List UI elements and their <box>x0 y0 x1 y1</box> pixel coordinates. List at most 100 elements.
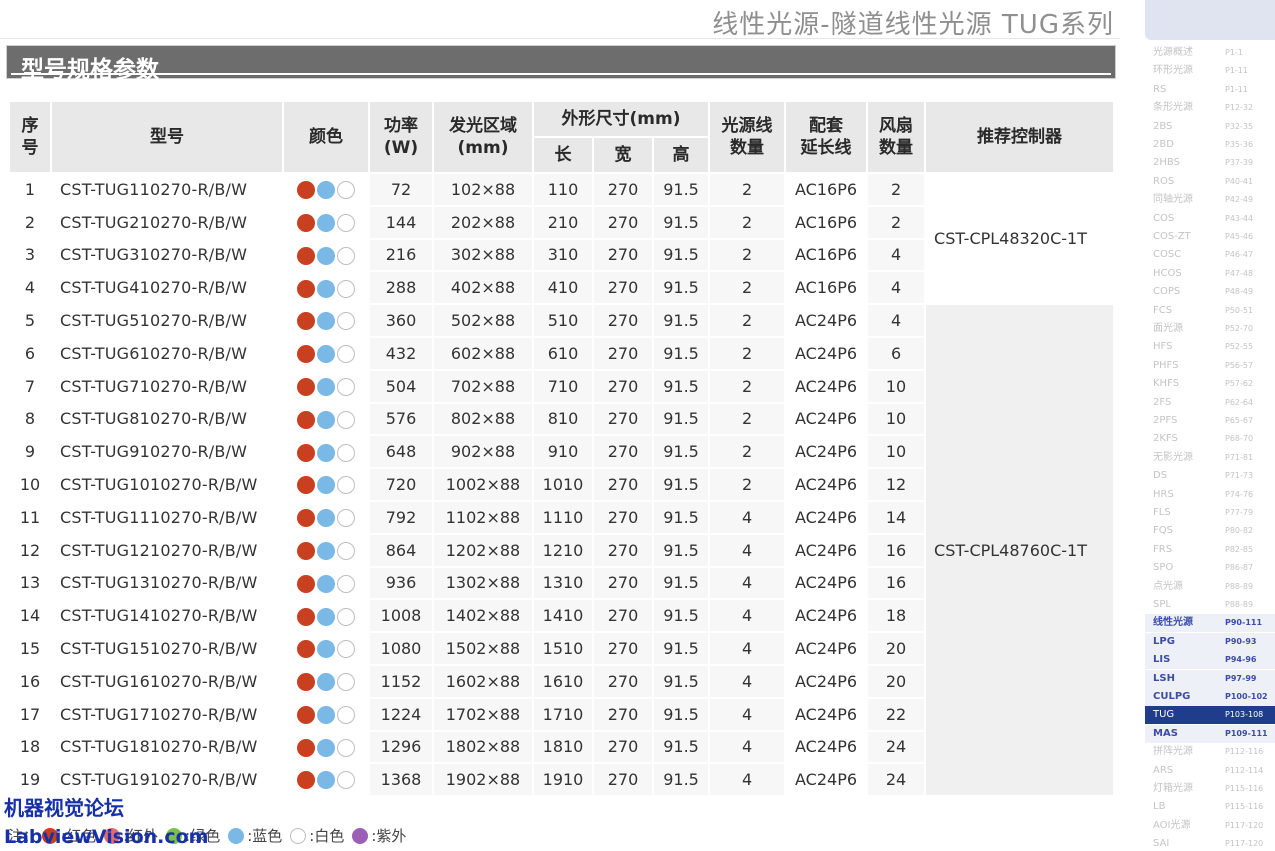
header-color: 颜色 <box>282 100 370 174</box>
row-cable-count: 2 <box>708 172 787 207</box>
row-colors <box>282 368 370 404</box>
table-row: 1 CST-TUG110270-R/B/W 72 102×88 110 270 91.5 2 A… <box>8 171 1116 306</box>
sidebar-item[interactable]: SPL P88-89 <box>1145 596 1275 614</box>
sidebar-item[interactable]: HFS P52-55 <box>1145 338 1275 356</box>
row-length: 810 <box>532 401 594 437</box>
row-extension: AC24P6 <box>784 532 869 568</box>
sidebar-item[interactable]: 2BD P35-36 <box>1145 136 1275 154</box>
header-width: 宽 <box>592 136 654 174</box>
row-index: 17 <box>8 696 52 732</box>
sidebar-item[interactable]: SPO P86-87 <box>1145 559 1275 577</box>
sidebar-item[interactable]: 条形光源 P12-32 <box>1145 99 1275 117</box>
sidebar-item-pages: P115-116 <box>1225 784 1264 793</box>
row-height: 91.5 <box>651 696 711 732</box>
sidebar-item-label: HCOS <box>1153 267 1182 279</box>
row-colors <box>282 401 370 437</box>
row-height: 91.5 <box>651 598 711 634</box>
sidebar-item[interactable]: 2PFS P65-67 <box>1145 412 1275 430</box>
blue-dot-icon <box>317 771 335 790</box>
row-emit-area: 702×88 <box>432 368 534 404</box>
sidebar-item[interactable]: 2HBS P37-39 <box>1145 154 1275 172</box>
sidebar-item[interactable]: 线性光源 P90-111 <box>1145 614 1275 633</box>
sidebar-item[interactable]: 环形光源 P1-11 <box>1145 62 1275 80</box>
legend-dot-icon <box>290 827 307 844</box>
red-dot-icon <box>297 246 315 265</box>
sidebar-item[interactable]: 灯箱光源 P115-116 <box>1145 780 1275 798</box>
sidebar-item[interactable]: COS P43-44 <box>1145 210 1275 228</box>
row-power: 1296 <box>368 729 434 765</box>
row-model: CST-TUG1910270-R/B/W <box>50 762 284 798</box>
sidebar-item[interactable]: COSC P46-47 <box>1145 246 1275 264</box>
row-emit-area: 1402×88 <box>432 598 534 634</box>
row-power: 72 <box>368 172 434 207</box>
row-colors <box>282 598 370 634</box>
sidebar-item[interactable]: LSH P97-99 <box>1145 669 1275 688</box>
sidebar-item[interactable]: 面光源 P52-70 <box>1145 320 1275 338</box>
red-dot-icon <box>297 574 315 593</box>
sidebar-item[interactable]: LPG P90-93 <box>1145 632 1275 651</box>
sidebar-item-pages: P65-67 <box>1225 416 1254 425</box>
sidebar-item[interactable]: KHFS P57-62 <box>1145 375 1275 393</box>
sidebar-item[interactable]: DS P71-73 <box>1145 467 1275 485</box>
row-cable-count: 4 <box>708 598 787 634</box>
sidebar-item-label: 2KFS <box>1153 433 1178 445</box>
sidebar-item[interactable]: 同轴光源 P42-49 <box>1145 191 1275 209</box>
legend-item: :蓝色 <box>228 825 282 846</box>
spec-table: 序号 型号 颜色 功率 (W) 发光区域 (mm) 外形尺寸(mm) 光源线 数… <box>8 100 1116 798</box>
sidebar-item-pages: P12-32 <box>1225 103 1254 113</box>
row-height: 91.5 <box>651 565 711 601</box>
blue-dot-icon <box>317 673 335 692</box>
row-emit-area: 802×88 <box>432 401 534 437</box>
row-model: CST-TUG910270-R/B/W <box>50 434 284 470</box>
sidebar-item[interactable]: LIS P94-96 <box>1145 651 1275 670</box>
sidebar-item[interactable]: 2BS P32-35 <box>1145 118 1275 136</box>
sidebar-item-label: 2FS <box>1153 396 1172 408</box>
sidebar-item[interactable]: 无影光源 P71-81 <box>1145 449 1275 467</box>
sidebar-item[interactable]: CULPG P100-102 <box>1145 688 1275 706</box>
sidebar-item-pages: P112-114 <box>1225 765 1264 775</box>
row-power: 1080 <box>368 631 434 666</box>
sidebar-item[interactable]: ARS P112-114 <box>1145 762 1275 780</box>
sidebar-item-pages: P115-116 <box>1225 802 1264 812</box>
row-width: 270 <box>592 172 654 207</box>
sidebar-item[interactable]: LB P115-116 <box>1145 798 1275 816</box>
sidebar-item[interactable]: RS P1-11 <box>1145 81 1275 99</box>
sidebar-item[interactable]: SAI P117-120 <box>1145 835 1275 851</box>
row-cable-count: 2 <box>708 368 787 404</box>
section-underline <box>11 73 1111 75</box>
sidebar-item[interactable]: 2FS P62-64 <box>1145 394 1275 412</box>
sidebar-item[interactable]: FRS P82-85 <box>1145 541 1275 559</box>
blue-dot-icon <box>317 541 335 560</box>
sidebar-item[interactable]: 2KFS P68-70 <box>1145 430 1275 448</box>
sidebar-item[interactable]: MAS P109-111 <box>1145 724 1275 743</box>
row-width: 270 <box>592 631 654 666</box>
sidebar-item[interactable]: 点光源 P88-89 <box>1145 578 1275 596</box>
sidebar-item-pages: P52-55 <box>1225 342 1254 352</box>
sidebar-item[interactable]: 拼阵光源 P112-116 <box>1145 743 1275 761</box>
sidebar-item[interactable]: AOI光源 P117-120 <box>1145 817 1275 835</box>
red-dot-icon <box>297 377 315 396</box>
sidebar-item[interactable]: PHFS P56-57 <box>1145 357 1275 375</box>
sidebar-item[interactable]: COS-ZT P45-46 <box>1145 228 1275 246</box>
row-power: 576 <box>368 401 434 437</box>
row-controller: CST-CPL48320C-1T <box>924 171 1116 306</box>
sidebar-item-label: LSH <box>1153 672 1175 684</box>
sidebar-item[interactable]: ROS P40-41 <box>1145 173 1275 191</box>
row-cable-count: 4 <box>708 762 787 798</box>
sidebar-item[interactable]: TUG P103-108 <box>1145 706 1275 725</box>
header-fan-count: 风扇 数量 <box>866 100 927 174</box>
sidebar-item-label: ROS <box>1153 175 1175 187</box>
sidebar-item[interactable]: HRS P74-76 <box>1145 486 1275 504</box>
sidebar-item[interactable]: FCS P50-51 <box>1145 302 1275 320</box>
row-fan-count: 24 <box>866 762 927 798</box>
sidebar-item[interactable]: 光源概述 P1-1 <box>1145 44 1275 62</box>
sidebar-item[interactable]: FQS P80-82 <box>1145 522 1275 540</box>
sidebar-item[interactable]: COPS P48-49 <box>1145 283 1275 301</box>
sidebar-item-label: 2HBS <box>1153 157 1180 169</box>
red-dot-icon <box>297 345 315 364</box>
row-colors <box>282 237 370 273</box>
sidebar-item[interactable]: FLS P77-79 <box>1145 504 1275 522</box>
row-emit-area: 1202×88 <box>432 532 534 568</box>
sidebar-item[interactable]: HCOS P47-48 <box>1145 265 1275 283</box>
row-height: 91.5 <box>651 237 711 273</box>
